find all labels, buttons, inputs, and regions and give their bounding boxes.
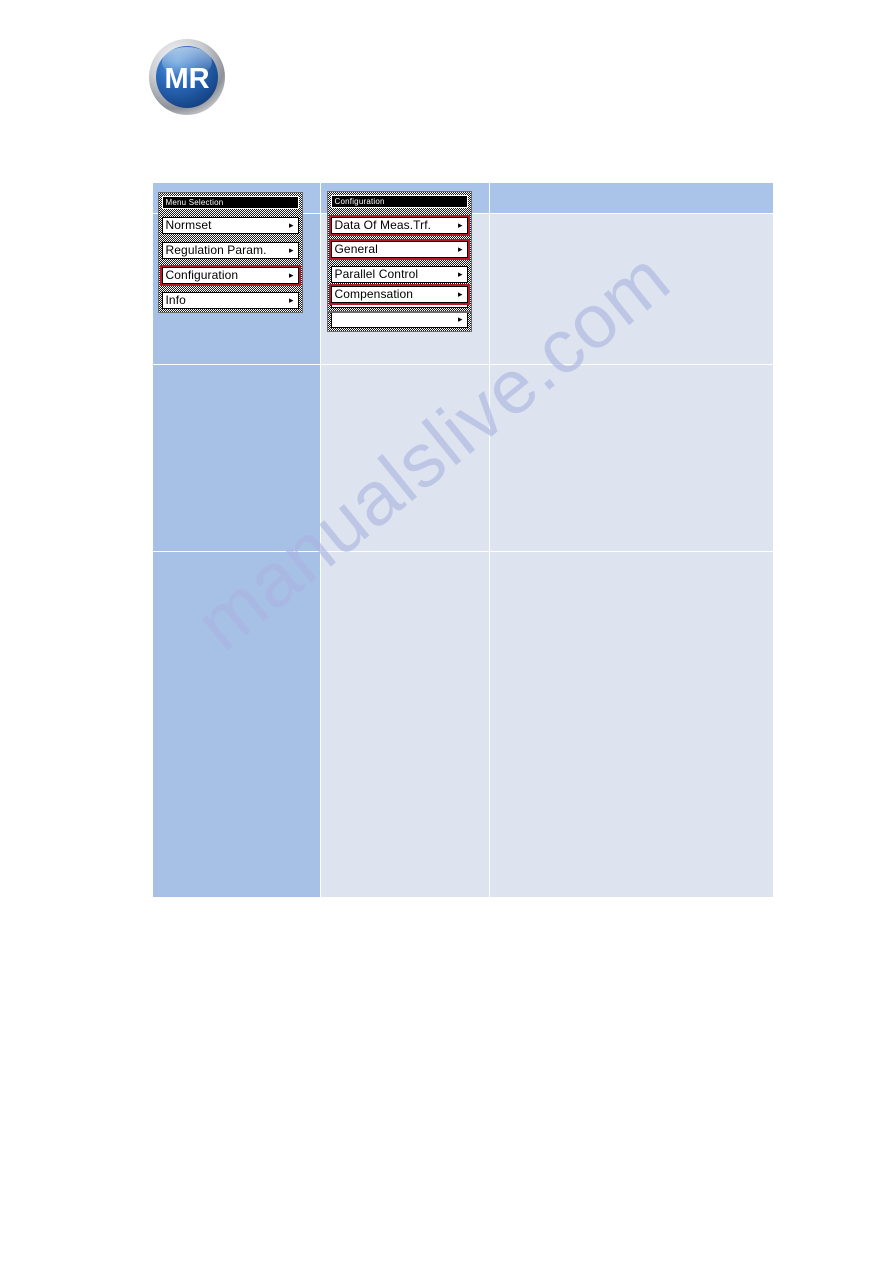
lcd-menu-item-regulation-param[interactable]: Regulation Param. ▸ bbox=[161, 241, 299, 259]
row2-cell-col2: Configuration Data Of Meas.Trf. ▸ Genera… bbox=[320, 191, 490, 552]
lcd-spacer bbox=[331, 258, 468, 266]
chevron-right-icon: ▸ bbox=[288, 269, 294, 280]
lcd-menu-item-compensation[interactable]: Compensation ▸ bbox=[328, 283, 470, 305]
lcd-menu-item-label: Info bbox=[165, 293, 186, 307]
mr-logo-text: MR bbox=[164, 63, 209, 95]
lcd-menu-item-info[interactable]: Info ▸ bbox=[161, 291, 299, 309]
lcd-title: Configuration bbox=[330, 194, 468, 208]
lcd-menu-item-data-of-meas-trf[interactable]: Data Of Meas.Trf. ▸ bbox=[328, 214, 470, 236]
row3-cell-col2: Configuration Data Of Meas.Trf. ▸ Genera… bbox=[320, 190, 490, 898]
lcd-menu-item-parallel-control[interactable]: Parallel Control ▸ bbox=[330, 265, 468, 283]
lcd-spacer bbox=[162, 259, 299, 267]
content-table: Regulation Param. Voltage Regulation ▸ L… bbox=[152, 182, 774, 898]
row3-cell-col3 bbox=[489, 551, 774, 898]
lcd-spacer bbox=[162, 284, 299, 292]
lcd-panel-menu-selection[interactable]: Menu Selection Normset ▸ Regulation Para… bbox=[157, 191, 303, 313]
lcd-spacer bbox=[162, 234, 299, 242]
row2-cell-col1: Menu Selection Normset ▸ Regulation Para… bbox=[152, 191, 321, 552]
chevron-right-icon: ▸ bbox=[457, 288, 463, 299]
lcd-spacer bbox=[331, 208, 468, 216]
lcd-spacer bbox=[331, 233, 468, 241]
lcd-menu-item-blank[interactable]: ▸ bbox=[330, 310, 468, 328]
lcd-menu-item-general[interactable]: General ▸ bbox=[328, 238, 470, 260]
chevron-right-icon: ▸ bbox=[288, 294, 294, 305]
chevron-right-icon: ▸ bbox=[288, 244, 294, 255]
lcd-menu-item-label: Configuration bbox=[165, 268, 239, 282]
lcd-menu-item-label: Regulation Param. bbox=[165, 243, 267, 257]
row1-cell-col3 bbox=[489, 213, 774, 365]
row2-cell-col3 bbox=[489, 364, 774, 552]
header-cell-col3 bbox=[489, 182, 774, 214]
lcd-spacer bbox=[162, 209, 299, 217]
chevron-right-icon: ▸ bbox=[288, 219, 294, 230]
lcd-menu-item-normset[interactable]: Normset ▸ bbox=[161, 216, 299, 234]
table-row: Menu Selection Normset ▸ Regulation Para… bbox=[152, 191, 774, 552]
chevron-right-icon: ▸ bbox=[457, 219, 463, 230]
lcd-menu-item-label: General bbox=[334, 242, 378, 256]
table-row: Configuration Data Of Meas.Trf. ▸ Genera… bbox=[152, 190, 774, 898]
chevron-right-icon: ▸ bbox=[457, 268, 463, 279]
lcd-menu-item-label: Normset bbox=[165, 218, 212, 232]
chevron-right-icon: ▸ bbox=[457, 313, 463, 324]
row3-cell-col1 bbox=[152, 551, 321, 898]
chevron-right-icon: ▸ bbox=[457, 243, 463, 254]
lcd-menu-item-label: Compensation bbox=[334, 287, 414, 301]
mr-logo: MR bbox=[148, 38, 226, 116]
lcd-menu-item-label: Parallel Control bbox=[334, 267, 419, 281]
lcd-title: Menu Selection bbox=[161, 195, 299, 209]
lcd-menu-item-configuration[interactable]: Configuration ▸ bbox=[159, 264, 301, 286]
lcd-menu-item-label: Data Of Meas.Trf. bbox=[334, 218, 432, 232]
